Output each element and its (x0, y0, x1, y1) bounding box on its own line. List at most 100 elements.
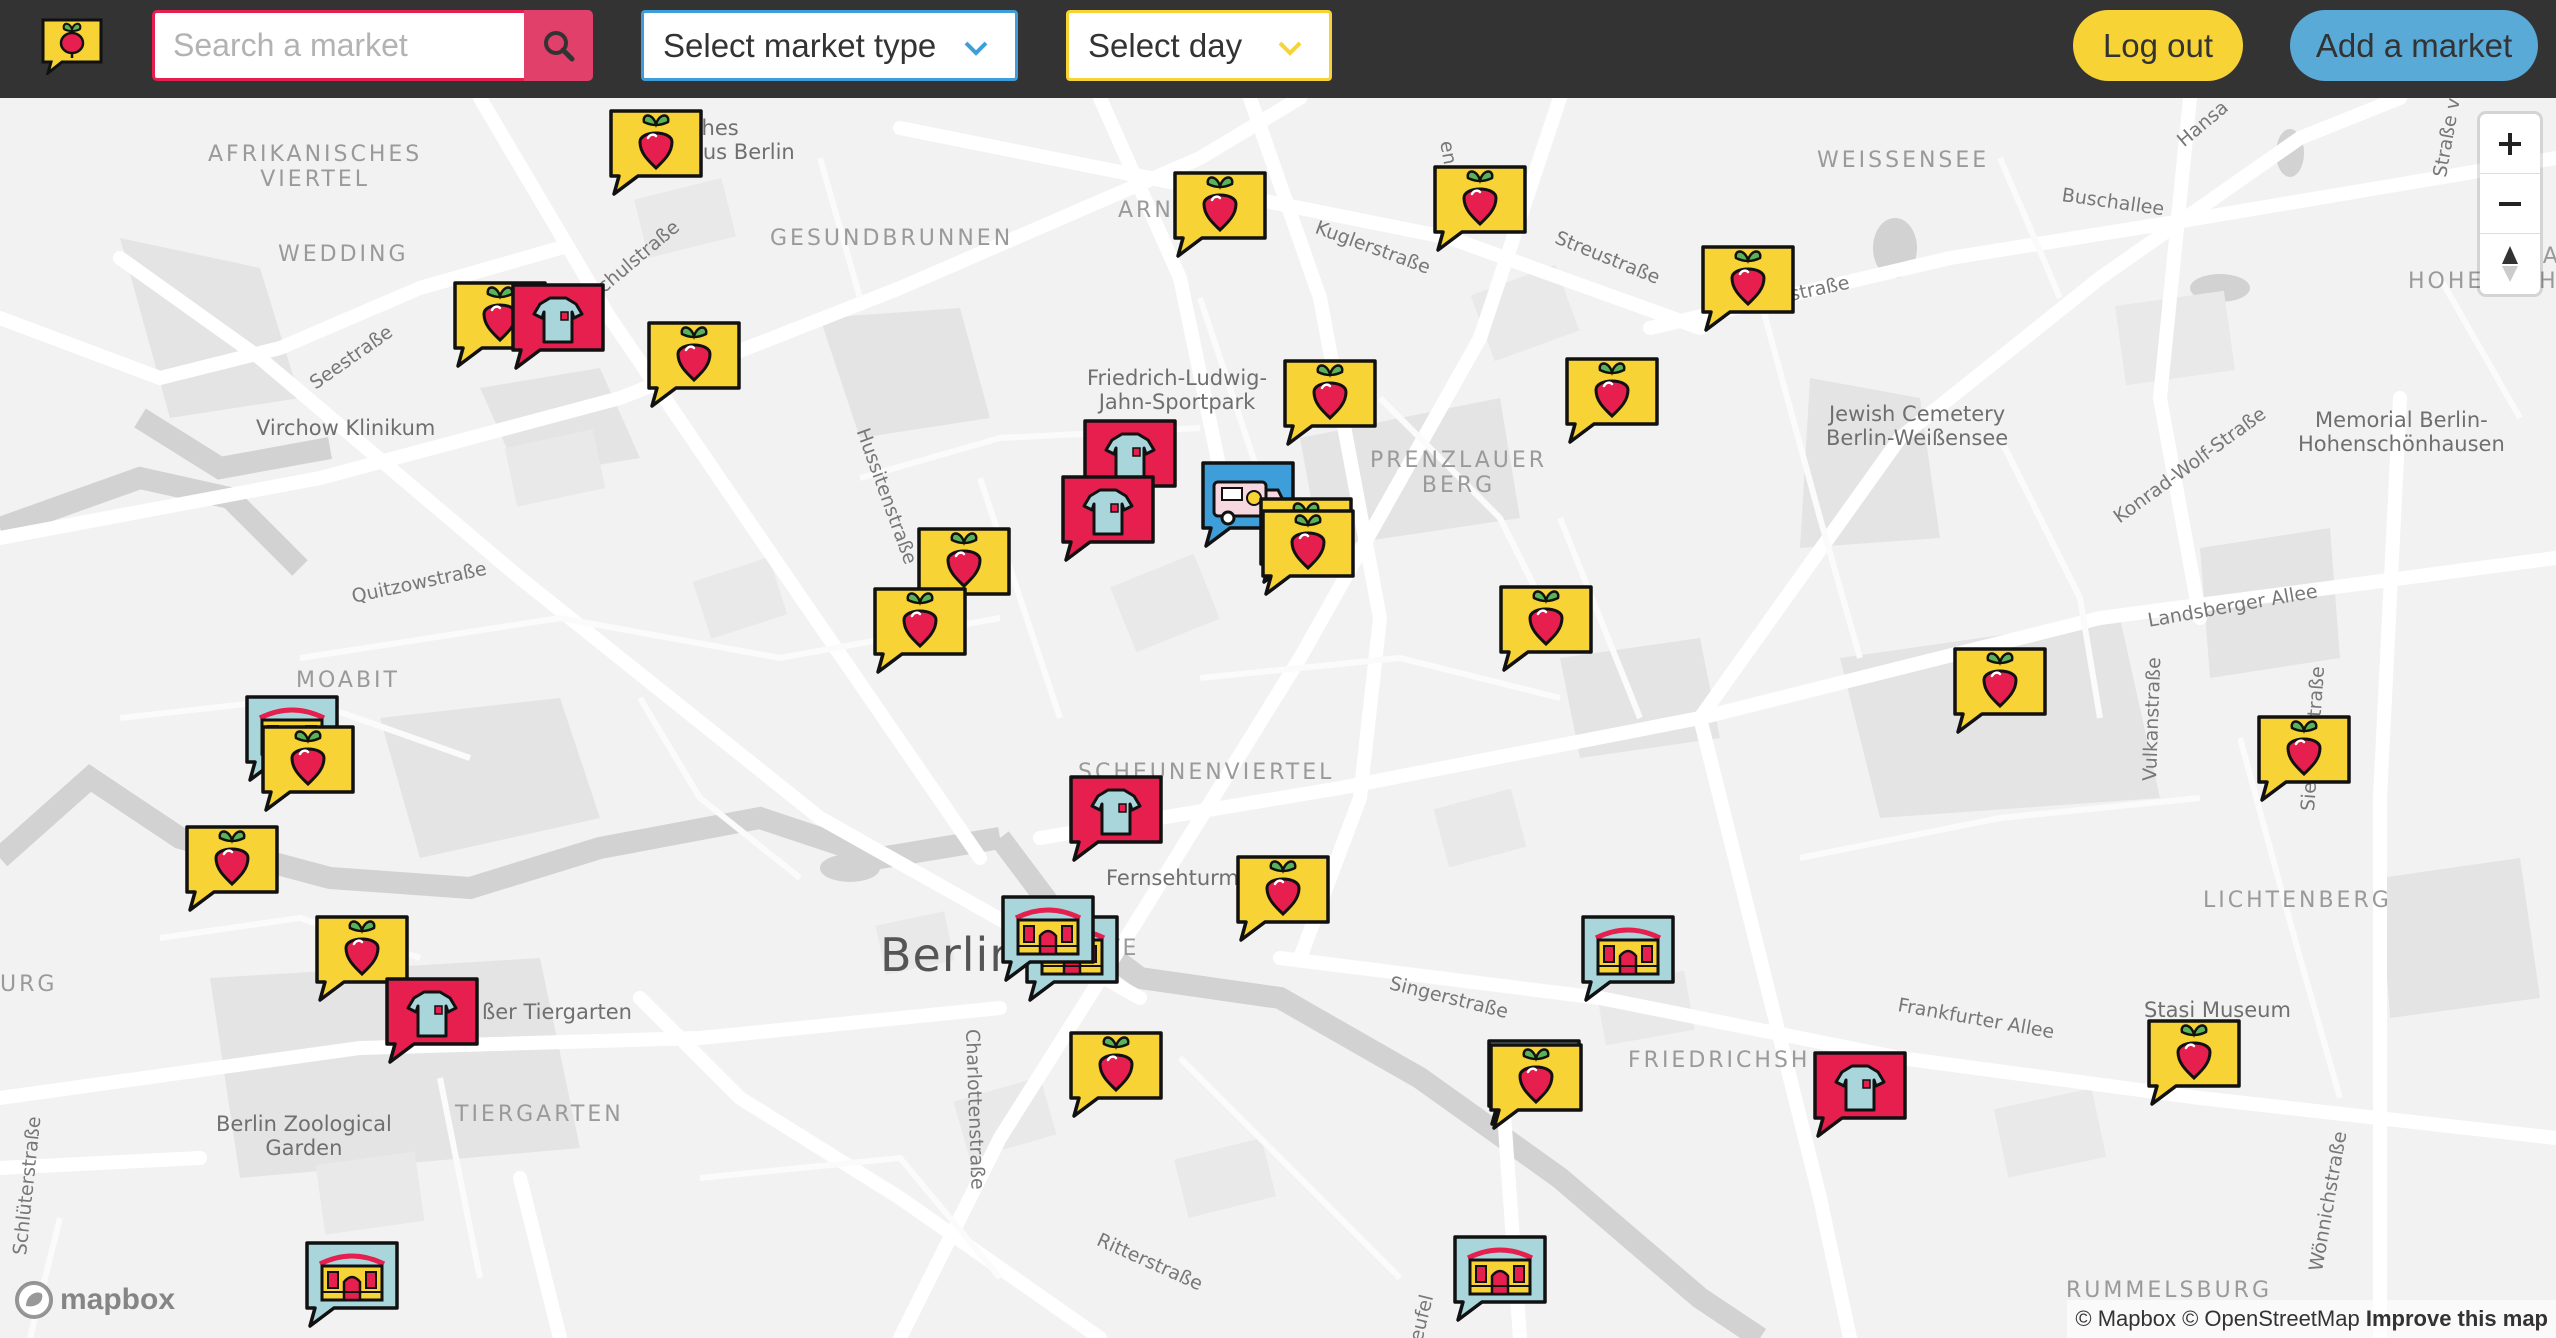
market-map[interactable]: AFRIKANISCHES VIERTEL WEDDING GESUNDBRUN… (0, 98, 2556, 1338)
marker-food[interactable] (1950, 644, 2050, 736)
district-label-urg: URG (0, 972, 58, 997)
food-marker-icon (1953, 647, 2047, 734)
clothing-marker-icon (1813, 1051, 1907, 1138)
marker-food[interactable] (1486, 1040, 1586, 1132)
reset-north-button[interactable] (2480, 234, 2540, 294)
marker-food[interactable] (1562, 354, 1662, 446)
beet-logo-icon[interactable] (40, 17, 104, 77)
food-marker-icon (185, 825, 279, 912)
search-icon (543, 30, 574, 61)
marker-clothing[interactable] (382, 974, 482, 1066)
food-marker-icon (1499, 585, 1593, 672)
food-marker-icon (1261, 509, 1355, 596)
district-label-tiergarten: TIERGARTEN (455, 1102, 624, 1127)
marker-food[interactable] (1258, 506, 1358, 598)
compass-icon (2502, 246, 2518, 282)
marker-food[interactable] (1496, 582, 1596, 674)
poi-label-fernsehturm: Fernsehturm (1106, 866, 1239, 890)
top-bar: Select market type Select day Log out Ad… (0, 0, 2556, 98)
food-marker-icon (873, 587, 967, 674)
building-marker-icon (1581, 915, 1675, 1002)
food-marker-icon (2147, 1019, 2241, 1106)
district-label-lichtenberg: LICHTENBERG (2203, 888, 2392, 913)
street-label-vulkanstrasse: Vulkanstraße (2139, 656, 2166, 782)
poi-label-sportpark: Friedrich-Ludwig- Jahn-Sportpark (1087, 366, 1268, 414)
logout-button[interactable]: Log out (2073, 10, 2243, 81)
day-select-value: Select day (1088, 26, 1243, 64)
chevron-down-icon (964, 41, 988, 56)
district-label-weissensee: WEISSENSEE (1817, 148, 1990, 173)
district-label-moabit: MOABIT (296, 668, 400, 693)
clothing-marker-icon (1061, 475, 1155, 562)
marker-food[interactable] (258, 722, 358, 814)
marker-clothing[interactable] (1058, 472, 1158, 564)
plus-icon (2499, 132, 2521, 155)
mapbox-logo-icon (15, 1281, 53, 1319)
zoom-in-button[interactable] (2480, 114, 2540, 174)
district-label-wedding: WEDDING (278, 242, 409, 267)
marker-food[interactable] (606, 106, 706, 198)
zoom-out-button[interactable] (2480, 174, 2540, 234)
attribution-text[interactable]: © Mapbox © OpenStreetMap (2075, 1306, 2359, 1331)
marker-clothing[interactable] (1810, 1048, 1910, 1140)
add-market-button[interactable]: Add a market (2290, 10, 2538, 81)
marker-food[interactable] (1698, 242, 1798, 334)
poi-label-tiergarten-park: ßer Tiergarten (482, 1000, 632, 1024)
clothing-marker-icon (1069, 775, 1163, 862)
search-box (152, 10, 593, 81)
food-marker-icon (1701, 245, 1795, 332)
search-button[interactable] (524, 10, 593, 81)
marker-food[interactable] (870, 584, 970, 676)
market-type-select[interactable]: Select market type (641, 10, 1018, 81)
improve-map-link[interactable]: Improve this map (2366, 1306, 2548, 1331)
food-marker-icon (1565, 357, 1659, 444)
search-input[interactable] (152, 10, 524, 81)
marker-clothing[interactable] (1066, 772, 1166, 864)
marker-food[interactable] (1280, 356, 1380, 448)
marker-clothing[interactable] (508, 280, 608, 372)
mapbox-logo[interactable]: mapbox (14, 1280, 175, 1320)
marker-building[interactable] (302, 1238, 402, 1330)
food-marker-icon (1489, 1043, 1583, 1130)
building-marker-icon (305, 1241, 399, 1328)
marker-food[interactable] (1170, 168, 1270, 260)
marker-food[interactable] (1066, 1028, 1166, 1120)
mapbox-logo-text: mapbox (60, 1283, 176, 1316)
marker-food[interactable] (644, 318, 744, 410)
food-marker-icon (2257, 715, 2351, 802)
map-attribution: © Mapbox © OpenStreetMap Improve this ma… (2067, 1300, 2556, 1338)
district-label-gesundbrunnen: GESUNDBRUNNEN (770, 226, 1014, 251)
marker-food[interactable] (2254, 712, 2354, 804)
map-controls (2480, 114, 2540, 294)
chevron-down-icon (1278, 41, 1302, 56)
marker-food[interactable] (2144, 1016, 2244, 1108)
building-marker-icon (1453, 1235, 1547, 1322)
district-label-prenzlauer-berg: PRENZLAUER BERG (1370, 448, 1548, 498)
marker-building[interactable] (1450, 1232, 1550, 1324)
food-marker-icon (1283, 359, 1377, 446)
marker-food[interactable] (182, 822, 282, 914)
building-marker-icon (1001, 895, 1095, 982)
poi-label-memorial: Memorial Berlin- Hohenschönhausen (2298, 408, 2505, 456)
marker-food[interactable] (1233, 852, 1333, 944)
marker-building[interactable] (998, 892, 1098, 984)
poi-label-jewish-cemetery: Jewish Cemetery Berlin-Weißensee (1826, 402, 2009, 450)
district-label-afrikanisches: AFRIKANISCHES VIERTEL (208, 142, 423, 192)
clothing-marker-icon (385, 977, 479, 1064)
food-marker-icon (609, 109, 703, 196)
marker-building[interactable] (1578, 912, 1678, 1004)
market-type-select-value: Select market type (663, 26, 937, 64)
food-marker-icon (261, 725, 355, 812)
district-label-friedrichshain: FRIEDRICHSH (1628, 1048, 1811, 1073)
clothing-marker-icon (511, 283, 605, 370)
marker-food[interactable] (1430, 162, 1530, 254)
poi-label-zoo: Berlin Zoological Garden (216, 1112, 392, 1160)
food-marker-icon (1433, 165, 1527, 252)
poi-label-virchow: Virchow Klinikum (256, 416, 436, 440)
day-select[interactable]: Select day (1066, 10, 1332, 81)
food-marker-icon (1236, 855, 1330, 942)
food-marker-icon (1069, 1031, 1163, 1118)
food-marker-icon (1173, 171, 1267, 258)
food-marker-icon (647, 321, 741, 408)
minus-icon (2499, 201, 2521, 206)
